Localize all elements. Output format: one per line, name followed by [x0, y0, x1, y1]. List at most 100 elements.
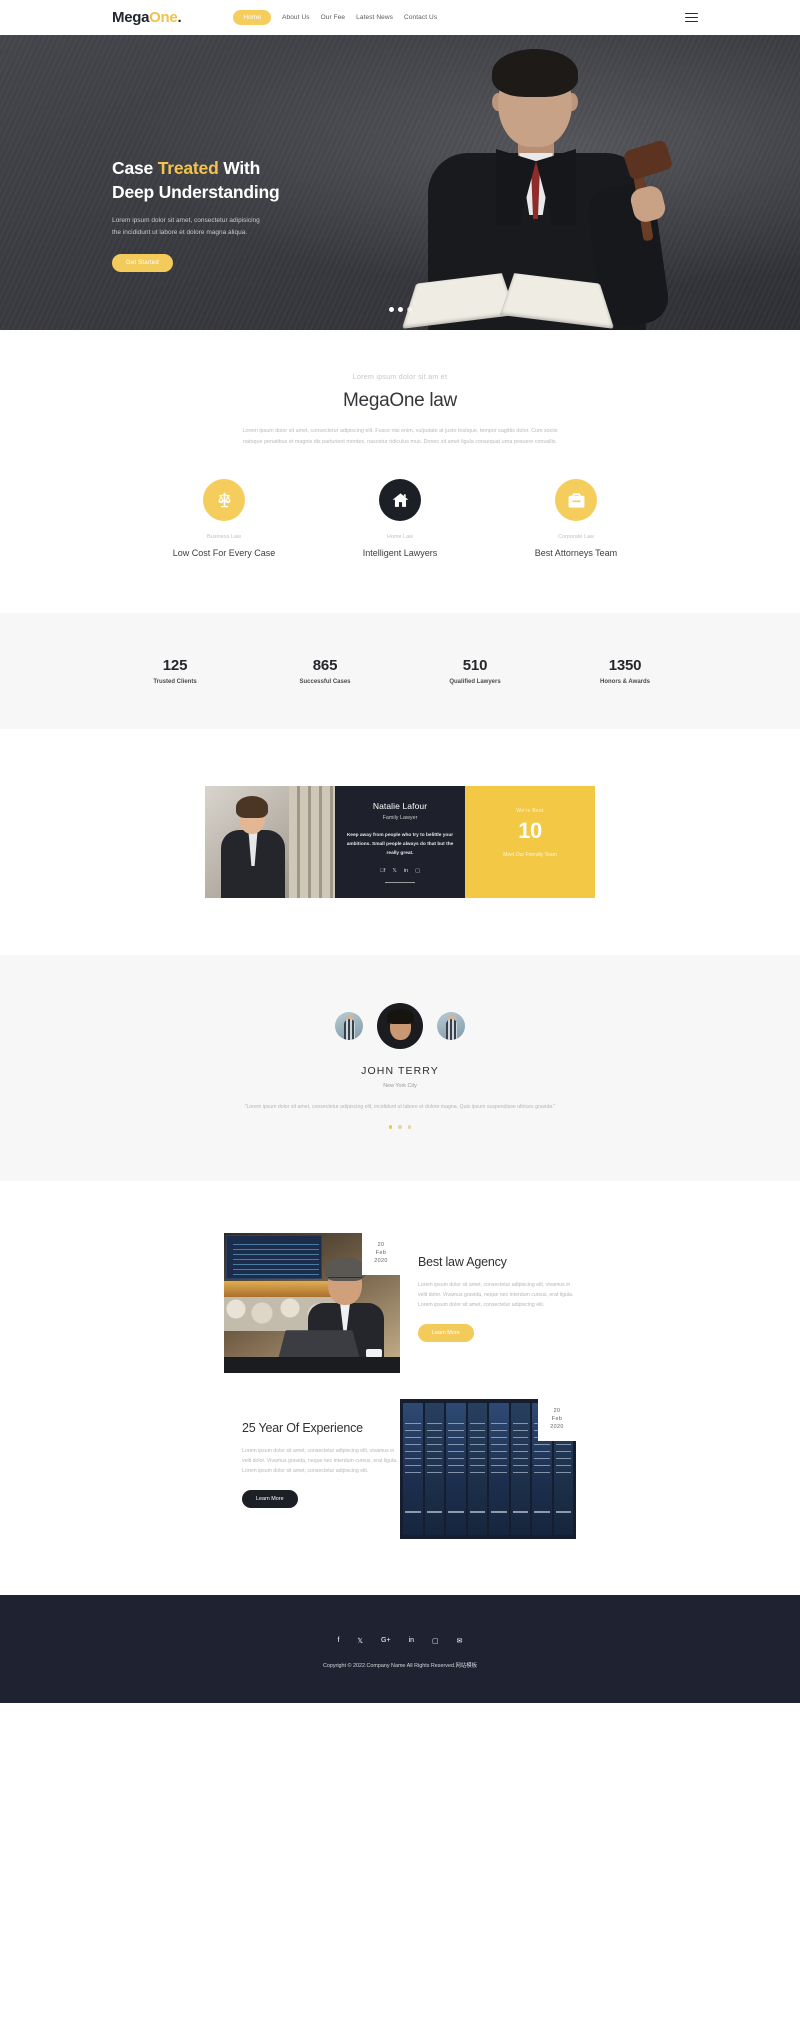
hero-slider: Case Treated With Deep Understanding Lor… [0, 35, 800, 330]
blog-row-2: 25 Year Of Experience Lorem ipsum dolor … [0, 1398, 800, 1595]
service-title: Low Cost For Every Case [172, 548, 276, 559]
team-member-name: Natalie Lafour [372, 801, 428, 811]
avatar-active[interactable] [377, 1003, 423, 1049]
hamburger-icon[interactable] [685, 12, 698, 23]
service-category: Home Law [386, 534, 414, 541]
testimonial-city: New York City [383, 1083, 417, 1089]
blog-section: 20 Feb 2020 Best law Agency Lorem ipsum … [0, 1180, 800, 1595]
testimonial-dot-3[interactable] [407, 1125, 412, 1129]
service-card-business-law[interactable]: Business Law Low Cost For Every Case [136, 479, 312, 561]
site-logo[interactable]: MegaOne. [112, 9, 182, 26]
service-card-home-law[interactable]: Home Law Intelligent Lawyers [312, 479, 488, 561]
intro-title: MegaOne law [343, 390, 457, 411]
footer-copyright: Copyright © 2022.Company Name All Rights… [322, 1662, 478, 1669]
testimonial-dot-1[interactable] [388, 1125, 393, 1129]
stat-number: 865 [312, 657, 338, 674]
nav-item-contact-us[interactable]: Contact Us [404, 14, 437, 21]
facebook-icon[interactable]: f [337, 1637, 339, 1645]
service-title: Intelligent Lawyers [362, 548, 438, 559]
linkedin-icon[interactable]: in [404, 868, 408, 874]
stats-section: 125 Trusted Clients 865 Successful Cases… [0, 613, 800, 729]
logo-dot: . [177, 9, 182, 26]
nav-item-about-us[interactable]: About Us [282, 14, 310, 21]
logo-part-2: One [149, 9, 178, 26]
avatar-next[interactable] [437, 1012, 465, 1040]
service-category: Business Law [207, 534, 241, 541]
stat-number: 510 [462, 657, 488, 674]
hero-title-highlight: Treated [157, 158, 219, 178]
site-header: MegaOne. Home About Us Our Fee Latest Ne… [0, 0, 800, 35]
blog-description-1: Lorem ipsum dolor sit amet, consectetur … [418, 1281, 574, 1308]
email-icon[interactable]: ✉ [457, 1637, 463, 1645]
team-member-card: Natalie Lafour Family Lawyer Keep away f… [335, 786, 465, 898]
site-footer: f 𝕏 G+ in ▢ ✉ Copyright © 2022.Company N… [0, 1594, 800, 1703]
team-member-quote: Keep away from people who try to belittl… [346, 833, 454, 856]
team-member-role: Family Lawyer [382, 815, 418, 821]
hero-title: Case Treated With Deep Understanding [112, 157, 280, 204]
briefcase-icon [555, 479, 597, 522]
nav-item-our-fee[interactable]: Our Fee [321, 14, 346, 21]
testimonial-section: JOHN TERRY New York City "Lorem ipsum do… [0, 955, 800, 1181]
main-navigation: Home About Us Our Fee Latest News Contac… [233, 10, 437, 25]
avatar-previous[interactable] [335, 1012, 363, 1040]
card-divider [385, 881, 415, 884]
blog-date-badge-2: 20 Feb 2020 [538, 1398, 576, 1441]
instagram-icon[interactable]: ▢ [432, 1637, 439, 1645]
stat-trusted-clients: 125 Trusted Clients [100, 657, 250, 685]
instagram-icon[interactable]: ▢ [415, 868, 420, 874]
judge-photo [380, 35, 710, 330]
blog-title-1: Best law Agency [418, 1254, 507, 1269]
testimonial-dot-2[interactable] [398, 1125, 402, 1129]
service-category: Corporate Law [557, 534, 595, 541]
intro-section: Lorem ipsum dolor sit am et MegaOne law … [0, 330, 800, 448]
facebook-icon[interactable]: f [380, 868, 386, 874]
team-promo-card: We're Best 10 Meet Our Friendly Team [465, 786, 595, 898]
twitter-icon[interactable]: 𝕏 [357, 1637, 363, 1645]
blog-title-2: 25 Year Of Experience [242, 1420, 363, 1435]
learn-more-button-2[interactable]: Learn More [242, 1490, 298, 1509]
hero-dot-2[interactable] [397, 307, 403, 312]
stat-qualified-lawyers: 510 Qualified Lawyers [400, 657, 550, 685]
linkedin-icon[interactable]: in [409, 1637, 414, 1645]
stat-label: Trusted Clients [153, 679, 197, 685]
hero-dot-3[interactable] [406, 307, 412, 312]
promo-label: Meet Our Friendly Team [503, 852, 557, 858]
google-plus-icon[interactable]: G+ [381, 1637, 391, 1645]
service-title: Best Attorneys Team [534, 548, 618, 559]
stat-number: 125 [162, 657, 188, 674]
blog-text-2: 25 Year Of Experience Lorem ipsum dolor … [224, 1399, 400, 1509]
stat-honors-awards: 1350 Honors & Awards [550, 657, 700, 685]
blog-text-1: Best law Agency Lorem ipsum dolor sit am… [400, 1233, 576, 1343]
testimonial-name: JOHN TERRY [361, 1065, 439, 1077]
hero-description-line-2: the incididunt ut labore et dolore magna… [112, 229, 248, 237]
stat-number: 1350 [608, 657, 642, 674]
stat-label: Qualified Lawyers [449, 679, 501, 685]
blog-date-day: 20 [553, 1407, 561, 1414]
hero-title-part-1: Case [112, 158, 158, 178]
blog-date-month: Feb [375, 1249, 387, 1256]
hero-description-line-1: Lorem ipsum dolor sit amet, consectetur … [112, 217, 260, 225]
blog-image-2: 20 Feb 2020 [400, 1398, 576, 1539]
testimonial-avatars [0, 1003, 800, 1049]
intro-description: Lorem ipsum dolor sit amet, consectetur … [242, 428, 558, 445]
hero-dot-1[interactable] [388, 307, 394, 312]
learn-more-button-1[interactable]: Learn More [418, 1324, 474, 1343]
logo-part-1: Mega [112, 9, 150, 26]
nav-item-home[interactable]: Home [233, 10, 272, 25]
twitter-icon[interactable]: 𝕏 [392, 868, 396, 874]
intro-kicker: Lorem ipsum dolor sit am et [352, 374, 448, 381]
hero-slider-dots[interactable] [0, 307, 800, 312]
team-section: Natalie Lafour Family Lawyer Keep away f… [0, 729, 800, 955]
blog-row-1: 20 Feb 2020 Best law Agency Lorem ipsum … [0, 1232, 800, 1373]
stat-label: Successful Cases [299, 679, 351, 685]
home-icon [379, 479, 421, 522]
blog-date-year: 2020 [550, 1423, 564, 1430]
testimonial-dots[interactable] [0, 1125, 800, 1129]
service-card-corporate-law[interactable]: Corporate Law Best Attorneys Team [488, 479, 664, 561]
nav-item-latest-news[interactable]: Latest News [356, 14, 393, 21]
blog-image-1: 20 Feb 2020 [224, 1232, 400, 1373]
get-started-button[interactable]: Get Started [112, 254, 173, 273]
hero-title-line-2: Deep Understanding [112, 181, 280, 202]
stat-label: Honors & Awards [599, 679, 650, 685]
blog-description-2: Lorem ipsum dolor sit amet, consectetur … [242, 1447, 398, 1474]
